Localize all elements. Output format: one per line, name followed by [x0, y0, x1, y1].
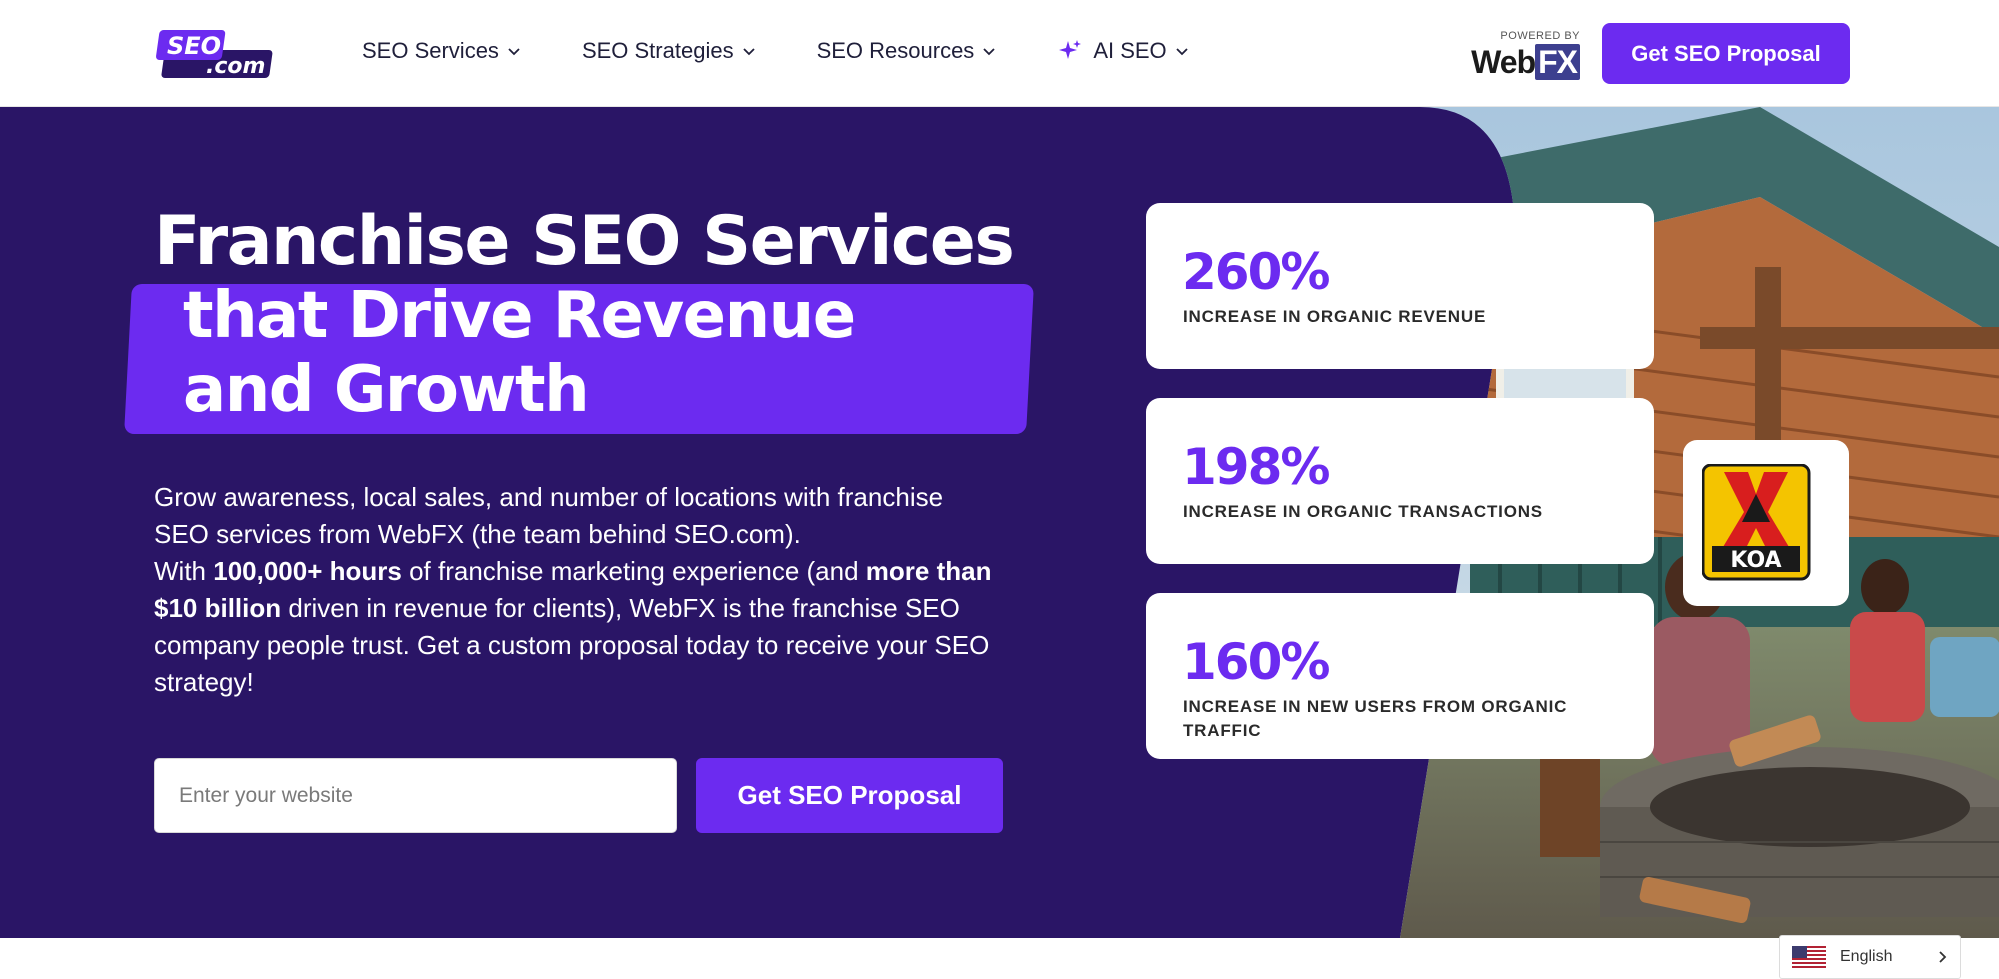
hero-description-p2: With 100,000+ hours of franchise marketi… — [154, 553, 994, 701]
stat-card: 198% INCREASE IN ORGANIC TRANSACTIONS — [1146, 398, 1654, 564]
hero-title-line1: Franchise SEO Services — [154, 202, 1015, 281]
svg-text:KOA: KOA — [1730, 548, 1781, 573]
hero-content: Franchise SEO Services that Drive Revenu… — [0, 107, 1999, 938]
koa-logo: KOA — [1702, 464, 1811, 581]
language-selector[interactable]: English — [1779, 935, 1961, 979]
webfx-logo-web: Web — [1471, 44, 1536, 80]
nav-seo-services-label: SEO Services — [362, 38, 499, 63]
stat-card: 260% INCREASE IN ORGANIC REVENUE — [1146, 203, 1654, 369]
stat-value: 198% — [1182, 438, 1330, 496]
main-nav: SEO Services SEO Strategies SEO Resource… — [362, 38, 1250, 64]
nav-ai-seo[interactable]: AI SEO — [1057, 38, 1189, 64]
desc-text: With — [154, 556, 214, 586]
chevron-down-icon — [1176, 48, 1188, 56]
chevron-down-icon — [983, 48, 995, 56]
header-get-seo-proposal-button[interactable]: Get SEO Proposal — [1602, 23, 1850, 84]
hero-description: Grow awareness, local sales, and number … — [154, 479, 994, 701]
chevron-down-icon — [742, 48, 755, 56]
website-input[interactable] — [154, 758, 677, 833]
nav-seo-services[interactable]: SEO Services — [362, 38, 522, 64]
powered-by-label: POWERED BY — [1500, 30, 1580, 42]
client-logo-card: KOA — [1683, 440, 1849, 606]
nav-seo-resources-label: SEO Resources — [816, 38, 975, 63]
chevron-down-icon — [508, 48, 520, 56]
stat-card: 160% INCREASE IN NEW USERS FROM ORGANIC … — [1146, 593, 1654, 759]
powered-by-webfx[interactable]: POWERED BY WebFX — [1468, 30, 1580, 80]
webfx-logo-fx: FX — [1535, 44, 1580, 80]
nav-seo-resources[interactable]: SEO Resources — [817, 38, 998, 64]
hero-description-p1: Grow awareness, local sales, and number … — [154, 482, 944, 549]
seo-com-logo[interactable]: SEO .com — [154, 28, 278, 80]
stat-value: 260% — [1182, 243, 1330, 301]
stat-label: INCREASE IN ORGANIC TRANSACTIONS — [1183, 502, 1543, 521]
stat-value: 160% — [1182, 633, 1330, 691]
language-label: English — [1840, 948, 1893, 965]
hero-section: Franchise SEO Services that Drive Revenu… — [0, 107, 1999, 938]
webfx-logo: WebFX — [1471, 44, 1580, 81]
nav-seo-strategies[interactable]: SEO Strategies — [582, 38, 757, 64]
desc-text: of franchise marketing experience (and — [401, 556, 866, 586]
us-flag-icon — [1792, 946, 1826, 968]
sparkle-icon — [1059, 40, 1082, 59]
site-header: SEO .com SEO Services SEO Strategies SEO… — [0, 0, 1999, 107]
stat-label: INCREASE IN NEW USERS FROM ORGANIC TRAFF… — [1183, 697, 1568, 740]
chevron-right-icon — [1939, 951, 1947, 963]
nav-seo-strategies-label: SEO Strategies — [581, 38, 734, 63]
stat-label: INCREASE IN ORGANIC REVENUE — [1183, 307, 1487, 326]
svg-text:.com: .com — [206, 54, 265, 79]
hero-title-line2: that Drive Revenue and Growth — [183, 279, 856, 427]
hero-get-seo-proposal-button[interactable]: Get SEO Proposal — [696, 758, 1003, 833]
desc-highlight-hours: 100,000+ hours — [213, 556, 402, 586]
nav-ai-seo-label: AI SEO — [1093, 38, 1167, 63]
